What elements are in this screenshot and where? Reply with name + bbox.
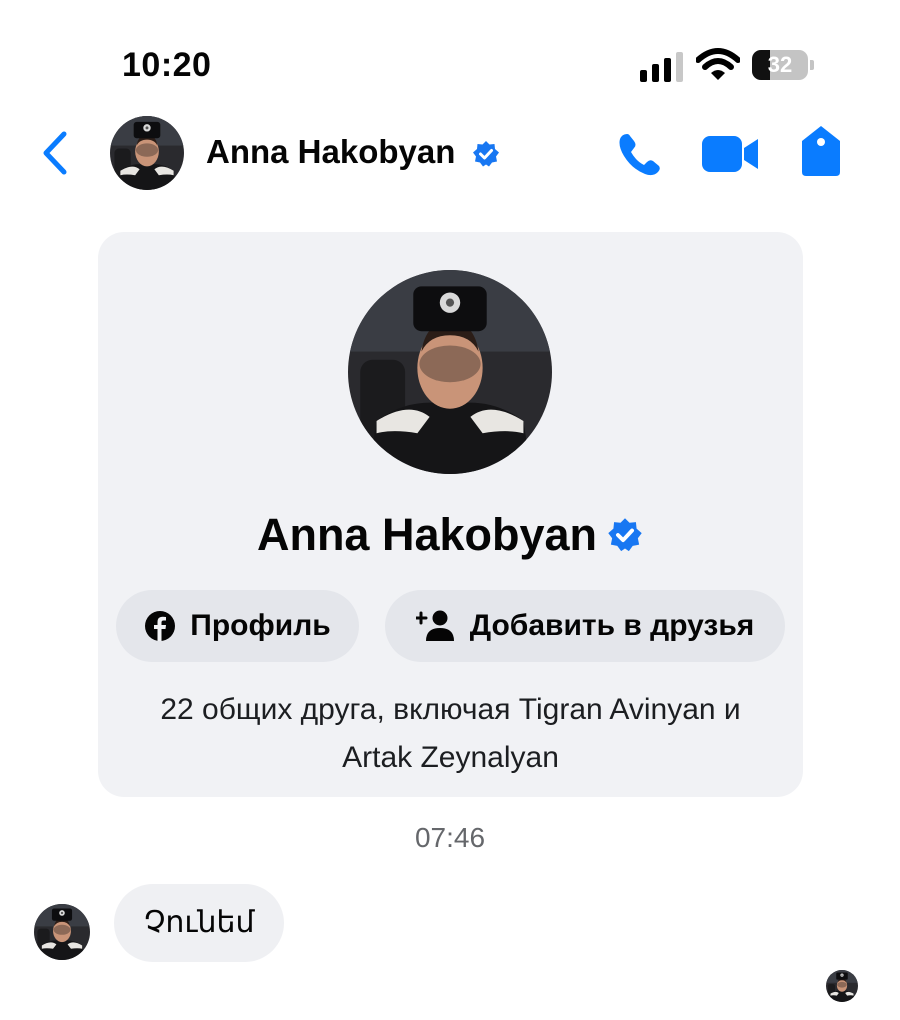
add-friend-icon (415, 610, 454, 641)
message-bubble[interactable]: Չունեմ (114, 884, 285, 962)
verified-badge-icon (608, 518, 642, 552)
seen-avatar (826, 970, 858, 1002)
tag-icon[interactable] (800, 124, 842, 178)
message-avatar[interactable] (34, 904, 90, 960)
header-avatar[interactable] (110, 116, 184, 190)
header-contact-name[interactable]: Anna Hakobyan (206, 133, 455, 171)
profile-name-row: Anna Hakobyan (0, 509, 900, 561)
add-friend-button-label: Добавить в друзья (469, 609, 755, 642)
signal-icon (640, 52, 684, 82)
mutual-friends-line-2: Artak Zeynalyan (342, 741, 559, 774)
profile-avatar[interactable] (348, 270, 552, 474)
mutual-friends-text: 22 общих друга, включая Tigran Avinyan и… (98, 686, 803, 782)
message-timestamp: 07:46 (414, 822, 486, 853)
phone-icon[interactable] (616, 130, 664, 178)
add-friend-button[interactable]: Добавить в друзья (385, 590, 785, 662)
facebook-icon (145, 611, 176, 641)
verified-badge-icon (473, 141, 499, 167)
status-time: 10:20 (122, 46, 212, 84)
back-chevron-icon[interactable] (40, 130, 70, 176)
wifi-icon (696, 48, 740, 80)
profile-button-label: Профиль (190, 609, 331, 642)
profile-name: Anna Hakobyan (256, 509, 598, 560)
battery-percent: 32 (767, 52, 793, 77)
battery-icon: 32 (752, 50, 814, 80)
profile-button[interactable]: Профиль (116, 590, 359, 662)
video-camera-icon[interactable] (702, 134, 760, 174)
mutual-friends-line-1: 22 общих друга, включая Tigran Avinyan и (160, 693, 741, 726)
